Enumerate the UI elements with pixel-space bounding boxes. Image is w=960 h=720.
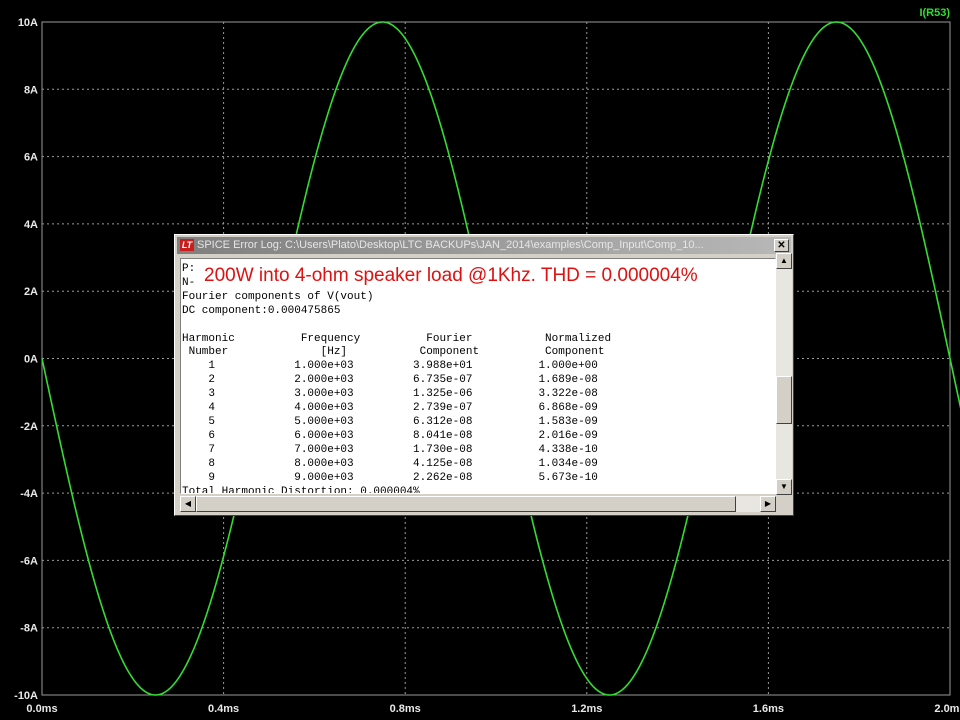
x-tick-label: 2.0ms (934, 703, 960, 715)
fourier-log-text: P: N- Fourier components of V(vout) DC c… (182, 263, 612, 494)
horizontal-scroll-thumb[interactable] (196, 496, 736, 512)
vertical-scrollbar[interactable]: ▲ ▼ (776, 253, 792, 495)
dialog-titlebar[interactable]: LT SPICE Error Log: C:\Users\Plato\Deskto… (177, 237, 791, 254)
x-tick-label: 0.8ms (390, 703, 421, 715)
y-tick-label: 6A (24, 152, 38, 164)
x-tick-label: 1.6ms (753, 703, 784, 715)
spice-error-log-dialog[interactable]: LT SPICE Error Log: C:\Users\Plato\Deskto… (174, 234, 794, 516)
close-button[interactable]: ✕ (774, 239, 789, 252)
scroll-left-icon[interactable]: ◀ (180, 496, 196, 512)
y-tick-label: -10A (14, 690, 38, 702)
y-tick-label: 4A (24, 219, 38, 231)
scroll-down-icon[interactable]: ▼ (776, 479, 792, 495)
vertical-scroll-thumb[interactable] (776, 376, 792, 424)
y-tick-label: 8A (24, 84, 38, 96)
x-tick-label: 0.4ms (208, 703, 239, 715)
ltspice-logo-icon: LT (180, 239, 194, 251)
x-tick-label: 0.0ms (26, 703, 57, 715)
y-tick-label: 2A (24, 286, 38, 298)
log-text-area[interactable]: P: N- Fourier components of V(vout) DC c… (180, 258, 776, 494)
resize-grip (776, 496, 792, 512)
y-tick-label: -4A (20, 488, 38, 500)
y-tick-label: -6A (20, 555, 38, 567)
x-tick-label: 1.2ms (571, 703, 602, 715)
y-tick-label: -8A (20, 623, 38, 635)
y-tick-label: 0A (24, 354, 38, 366)
y-tick-label: -2A (20, 421, 38, 433)
horizontal-scrollbar[interactable]: ◀ ▶ (180, 496, 776, 512)
trace-label[interactable]: I(R53) (919, 7, 950, 19)
dialog-title: SPICE Error Log: C:\Users\Plato\Desktop\… (197, 239, 704, 251)
thd-annotation: 200W into 4-ohm speaker load @1Khz. THD … (204, 261, 775, 291)
scroll-right-icon[interactable]: ▶ (760, 496, 776, 512)
y-tick-label: 10A (18, 17, 38, 29)
scroll-up-icon[interactable]: ▲ (776, 253, 792, 269)
